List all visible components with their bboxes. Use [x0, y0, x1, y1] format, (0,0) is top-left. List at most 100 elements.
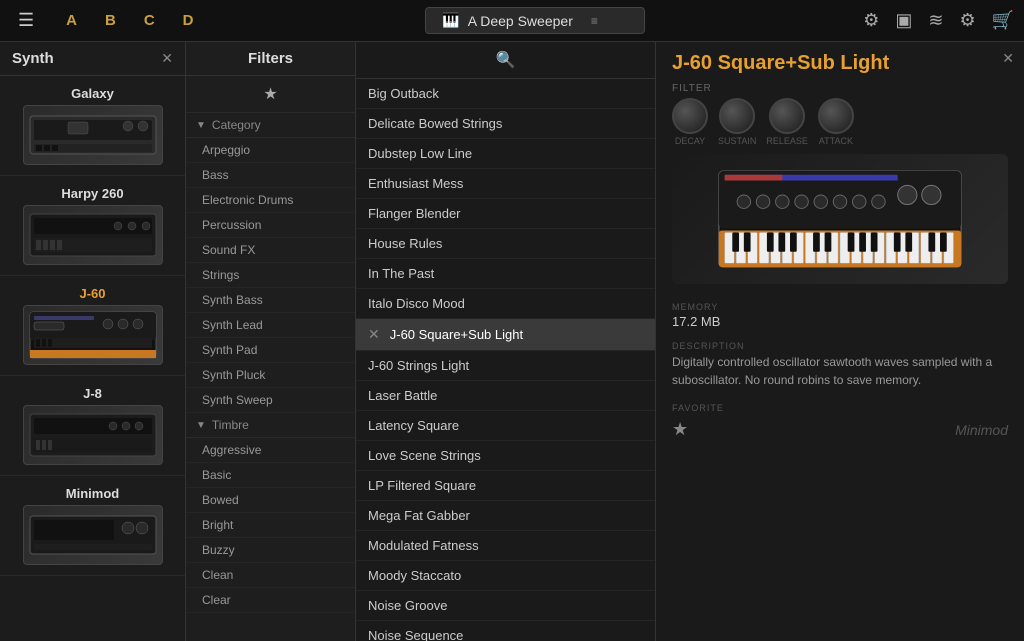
filter-item-clean[interactable]: Clean: [186, 563, 355, 588]
favorite-star-icon[interactable]: ★: [672, 419, 688, 440]
filter-item-arpeggio[interactable]: Arpeggio: [186, 138, 355, 163]
tab-d[interactable]: D: [169, 8, 208, 33]
hamburger-icon[interactable]: ☰: [10, 6, 42, 35]
preset-item-j60-square[interactable]: ✕ J-60 Square+Sub Light: [356, 319, 655, 351]
preset-item-modulated[interactable]: Modulated Fatness: [356, 531, 655, 561]
preset-item-lp-filtered[interactable]: LP Filtered Square: [356, 471, 655, 501]
preset-item-mega-fat[interactable]: Mega Fat Gabber: [356, 501, 655, 531]
timbre-arrow: ▼: [196, 420, 206, 431]
preset-item-italo[interactable]: Italo Disco Mood: [356, 289, 655, 319]
preset-item-dubstep[interactable]: Dubstep Low Line: [356, 139, 655, 169]
synth-item-j60[interactable]: J-60: [0, 276, 185, 376]
knob-sustain-label: SUSTAIN: [718, 136, 756, 146]
brand-name: Minimod: [955, 422, 1008, 438]
tab-group: A B C D: [52, 8, 207, 33]
knob-release-control[interactable]: [769, 98, 805, 134]
eq-icon[interactable]: ⚙: [863, 10, 879, 31]
filter-item-synth-pad[interactable]: Synth Pad: [186, 338, 355, 363]
preset-item-j60-square-label: J-60 Square+Sub Light: [390, 327, 523, 342]
synth-item-harpy[interactable]: Harpy 260: [0, 176, 185, 276]
filter-item-synth-lead[interactable]: Synth Lead: [186, 313, 355, 338]
filter-item-bass[interactable]: Bass: [186, 163, 355, 188]
preset-item-love-scene[interactable]: Love Scene Strings: [356, 441, 655, 471]
knob-attack: ATTACK: [818, 98, 854, 146]
filter-category-header[interactable]: ▼ Category: [186, 113, 355, 138]
preset-item-flanger[interactable]: Flanger Blender: [356, 199, 655, 229]
settings-icon[interactable]: ⚙: [959, 10, 975, 31]
filter-item-synth-pluck[interactable]: Synth Pluck: [186, 363, 355, 388]
filter-item-percussion[interactable]: Percussion: [186, 213, 355, 238]
preset-item-in-the-past[interactable]: In The Past: [356, 259, 655, 289]
preset-name-box[interactable]: 🎹 A Deep Sweeper ≡: [425, 7, 645, 34]
filter-item-strings[interactable]: Strings: [186, 263, 355, 288]
top-bar-left: ☰ A B C D: [10, 6, 208, 35]
tab-a[interactable]: A: [52, 8, 91, 33]
filter-timbre-header[interactable]: ▼ Timbre: [186, 413, 355, 438]
main-content: Synth ✕ Galaxy: [0, 42, 1024, 641]
filter-item-synth-bass[interactable]: Synth Bass: [186, 288, 355, 313]
preset-item-big-outback[interactable]: Big Outback: [356, 79, 655, 109]
cart-icon[interactable]: 🛒: [992, 10, 1014, 31]
synth-item-minimod[interactable]: Minimod: [0, 476, 185, 576]
preset-item-house-rules[interactable]: House Rules: [356, 229, 655, 259]
description-label: DESCRIPTION: [672, 341, 1008, 351]
synth-image-j8: [23, 405, 163, 465]
tab-b[interactable]: B: [91, 8, 130, 33]
preset-item-j60-strings[interactable]: J-60 Strings Light: [356, 351, 655, 381]
synth-close-icon[interactable]: ✕: [161, 50, 173, 67]
detail-close-icon[interactable]: ✕: [1002, 50, 1014, 67]
filter-item-clear[interactable]: Clear: [186, 588, 355, 613]
preset-name-text: A Deep Sweeper: [468, 13, 573, 29]
presets-list: Big Outback Delicate Bowed Strings Dubst…: [356, 79, 655, 641]
star-row: ★: [186, 76, 355, 113]
knob-decay-control[interactable]: [672, 98, 708, 134]
preset-item-enthusiast[interactable]: Enthusiast Mess: [356, 169, 655, 199]
mixer-icon[interactable]: ≋: [928, 10, 943, 31]
description-text: Digitally controlled oscillator sawtooth…: [672, 353, 1008, 389]
preset-item-moody[interactable]: Moody Staccato: [356, 561, 655, 591]
synth-title: Synth: [12, 50, 54, 67]
tab-c[interactable]: C: [130, 8, 169, 33]
top-bar: ☰ A B C D 🎹 A Deep Sweeper ≡ ⚙ ▣ ≋ ⚙ 🛒: [0, 0, 1024, 42]
filter-item-basic[interactable]: Basic: [186, 463, 355, 488]
filter-item-synth-sweep[interactable]: Synth Sweep: [186, 388, 355, 413]
search-icon[interactable]: 🔍: [496, 50, 516, 70]
memory-label: MEMORY: [672, 302, 1008, 312]
preset-item-noise-groove[interactable]: Noise Groove: [356, 591, 655, 621]
synth-item-j8[interactable]: J-8: [0, 376, 185, 476]
display-icon[interactable]: ▣: [895, 10, 912, 31]
synth-name-galaxy: Galaxy: [71, 86, 114, 101]
preset-item-latency[interactable]: Latency Square: [356, 411, 655, 441]
synth-name-j60: J-60: [79, 286, 105, 301]
top-bar-right: ⚙ ▣ ≋ ⚙ 🛒: [863, 10, 1014, 31]
favorite-label: FAVORITE: [672, 403, 1008, 413]
knob-decay-label: DECAY: [675, 136, 705, 146]
synth-panel: Synth ✕ Galaxy: [0, 42, 186, 641]
detail-panel: ✕ J-60 Square+Sub Light FILTER DECAY SUS…: [656, 42, 1024, 641]
detail-title: J-60 Square+Sub Light: [672, 52, 1008, 75]
synth-item-galaxy[interactable]: Galaxy: [0, 76, 185, 176]
filter-item-sound-fx[interactable]: Sound FX: [186, 238, 355, 263]
filter-item-electronic-drums[interactable]: Electronic Drums: [186, 188, 355, 213]
synth-name-harpy: Harpy 260: [61, 186, 123, 201]
preset-item-laser[interactable]: Laser Battle: [356, 381, 655, 411]
filter-item-bowed[interactable]: Bowed: [186, 488, 355, 513]
knob-sustain: SUSTAIN: [718, 98, 756, 146]
star-filter-icon[interactable]: ★: [263, 84, 277, 104]
filters-header: Filters: [186, 42, 355, 76]
knob-sustain-control[interactable]: [719, 98, 755, 134]
filter-item-bright[interactable]: Bright: [186, 513, 355, 538]
filters-list: ★ ▼ Category Arpeggio Bass Electronic Dr…: [186, 76, 355, 641]
knob-release: RELEASE: [766, 98, 808, 146]
filter-item-buzzy[interactable]: Buzzy: [186, 538, 355, 563]
synth-name-minimod: Minimod: [66, 486, 119, 501]
filter-item-aggressive[interactable]: Aggressive: [186, 438, 355, 463]
detail-synth-image: [672, 154, 1008, 284]
preset-item-noise-sequence[interactable]: Noise Sequence: [356, 621, 655, 641]
synth-header: Synth ✕: [0, 42, 185, 76]
category-label: Category: [212, 118, 261, 132]
knob-attack-control[interactable]: [818, 98, 854, 134]
detail-knob-row: DECAY SUSTAIN RELEASE ATTACK: [672, 98, 1008, 146]
presets-search: 🔍: [356, 42, 655, 79]
preset-item-delicate-bowed[interactable]: Delicate Bowed Strings: [356, 109, 655, 139]
